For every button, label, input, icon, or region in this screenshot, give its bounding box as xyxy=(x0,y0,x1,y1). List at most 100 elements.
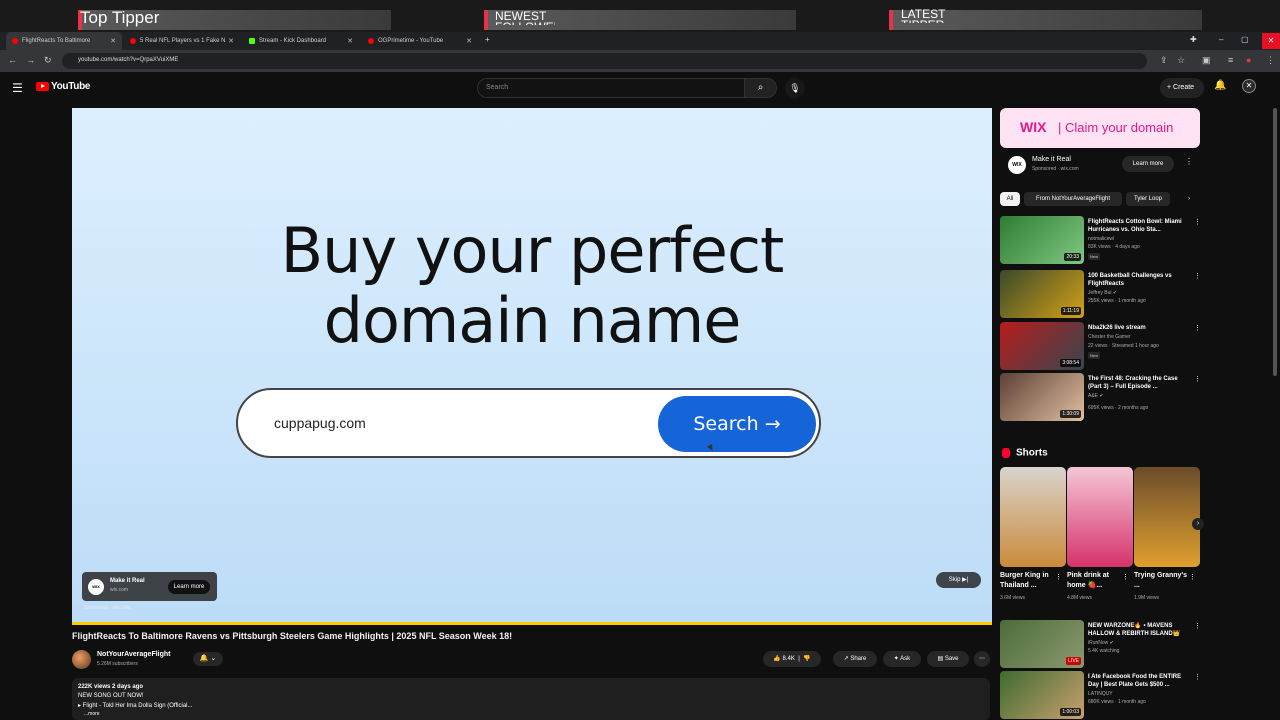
minimize-icon[interactable]: – xyxy=(1219,35,1223,44)
recommended-video[interactable]: 1:00:03 I Ate Facebook Food the ENTIRE D… xyxy=(1000,671,1201,719)
more-vertical-icon[interactable]: ⋮ xyxy=(1185,157,1193,166)
browser-tab[interactable]: FlightReacts To Baltimore ✕ xyxy=(6,32,122,50)
video-thumbnail[interactable]: LIVE xyxy=(1000,620,1084,668)
recommended-video[interactable]: 20:33 FlightReacts Cotton Bowl: Miami Hu… xyxy=(1000,216,1201,264)
rec-title[interactable]: I Ate Facebook Food the ENTIRE Day | Bes… xyxy=(1088,673,1188,689)
account-avatar[interactable]: ✕ xyxy=(1242,79,1256,93)
youtube-logo[interactable]: YouTube xyxy=(36,81,91,92)
ad-domain-value: cuppapug.com xyxy=(274,415,366,431)
rec-title[interactable]: The First 48: Cracking the Case (Part 3)… xyxy=(1088,375,1188,391)
ad-domain-searchbox: cuppapug.com Search → xyxy=(236,388,821,458)
hamburger-menu-icon[interactable]: ☰ xyxy=(12,81,23,95)
more-vertical-icon[interactable]: ⋮ xyxy=(1194,324,1201,332)
browser-tab[interactable]: OGPrimetime - YouTube ✕ xyxy=(362,32,478,50)
more-vertical-icon[interactable]: ⋮ xyxy=(1194,673,1201,681)
more-horizontal-icon: ⋯ xyxy=(979,656,985,662)
sidebar-ad-banner[interactable]: WIX | Claim your domain xyxy=(1000,108,1200,148)
learn-more-button[interactable]: Learn more xyxy=(168,580,210,594)
ad-advertiser-badge[interactable]: WIX Make it Real wix.com Learn more xyxy=(82,572,217,601)
short-thumbnail[interactable] xyxy=(1067,467,1133,567)
reload-icon[interactable]: ↻ xyxy=(44,55,52,66)
recommended-video[interactable]: 3:08:54 Nba2k26 live stream Chester the … xyxy=(1000,322,1201,370)
more-vertical-icon[interactable]: ⋮ xyxy=(1194,218,1201,226)
short-thumbnail[interactable] xyxy=(1000,467,1066,567)
browser-tab[interactable]: 5 Real NFL Players vs 1 Fake N ✕ xyxy=(124,32,240,50)
video-thumbnail[interactable]: 1:00:03 xyxy=(1000,671,1084,719)
maximize-icon[interactable]: ▢ xyxy=(1241,35,1249,44)
skip-label: Skip xyxy=(948,577,961,583)
profile-icon[interactable]: ● xyxy=(1246,55,1251,65)
search-icon: ⌕ xyxy=(757,82,764,93)
video-thumbnail[interactable]: 1:11:19 xyxy=(1000,270,1084,318)
short-title[interactable]: Burger King in Thailand ... xyxy=(1000,571,1058,591)
menu-icon[interactable]: ≡ xyxy=(1228,55,1233,65)
voice-search-button[interactable]: 🎙 xyxy=(785,78,805,98)
search-input[interactable]: Search xyxy=(477,78,745,98)
back-icon[interactable]: ← xyxy=(8,55,17,65)
extension-icon[interactable]: ▣ xyxy=(1202,55,1211,66)
chip-all[interactable]: All xyxy=(1000,192,1020,206)
ask-button[interactable]: ✦ Ask xyxy=(883,651,921,667)
youtube-favicon-icon xyxy=(368,38,374,44)
more-vertical-icon[interactable]: ⋮ xyxy=(1194,622,1201,630)
bookmark-star-icon[interactable]: ☆ xyxy=(1177,55,1185,66)
url-input[interactable]: youtube.com/watch?v=QrpaXVuiXME xyxy=(62,53,1147,69)
chip-tyler-loop[interactable]: Tyler Loop xyxy=(1126,192,1170,206)
close-tab-icon[interactable]: ✕ xyxy=(347,37,353,45)
rec-title[interactable]: NEW WARZONE🔥 • MAVENS HALLOW & REBIRTH I… xyxy=(1088,622,1188,638)
search-button[interactable]: ⌕ xyxy=(745,78,777,98)
notifications-bell-icon[interactable]: 🔔 xyxy=(1214,80,1226,91)
like-dislike-button[interactable]: 👍 8.4K | 👎 xyxy=(763,651,821,667)
rec-title[interactable]: 100 Basketball Challenges vs FlightReact… xyxy=(1088,272,1188,288)
browser-tab[interactable]: Stream - Kick Dashboard ✕ xyxy=(243,32,359,50)
recommended-video[interactable]: LIVE NEW WARZONE🔥 • MAVENS HALLOW & REBI… xyxy=(1000,620,1201,668)
chevron-right-icon[interactable]: › xyxy=(1182,192,1196,206)
channel-name[interactable]: NotYourAverageFlight xyxy=(97,651,171,658)
close-tab-icon[interactable]: ✕ xyxy=(110,37,116,45)
page-scrollbar[interactable] xyxy=(1273,108,1277,376)
more-vertical-icon[interactable]: ⋮ xyxy=(1122,573,1129,581)
advertiser-domain: wix.com xyxy=(110,587,129,593)
overlay-top-tipper-label: Top Tipper xyxy=(80,8,160,27)
sidebar-learn-more-button[interactable]: Learn more xyxy=(1122,156,1174,172)
create-button[interactable]: + Create xyxy=(1160,78,1204,98)
video-thumbnail[interactable]: 1:30:09 xyxy=(1000,373,1084,421)
share-button[interactable]: ↗ Share xyxy=(833,651,877,667)
close-tab-icon[interactable]: ✕ xyxy=(466,37,472,45)
forward-icon[interactable]: → xyxy=(26,55,35,65)
save-button[interactable]: ▤ Save xyxy=(927,651,969,667)
more-vertical-icon[interactable]: ⋮ xyxy=(1055,573,1062,581)
save-icon: ▤ xyxy=(937,656,944,662)
share-page-icon[interactable]: ⇪ xyxy=(1160,55,1168,66)
description-more-link[interactable]: ...more xyxy=(84,711,100,717)
short-views: 4.8M views xyxy=(1067,595,1093,601)
more-vertical-icon[interactable]: ⋮ xyxy=(1189,573,1196,581)
short-title[interactable]: Trying Granny's ... xyxy=(1134,571,1192,591)
recommended-video[interactable]: 1:11:19 100 Basketball Challenges vs Fli… xyxy=(1000,270,1201,318)
chip-from-channel[interactable]: From NotYourAverageFlight xyxy=(1024,192,1122,206)
rec-title[interactable]: FlightReacts Cotton Bowl: Miami Hurrican… xyxy=(1088,218,1188,234)
video-description[interactable]: 222K views 2 days ago NEW SONG OUT NOW! … xyxy=(72,678,990,720)
video-duration: 1:11:19 xyxy=(1060,307,1081,315)
shorts-next-chevron-icon[interactable]: › xyxy=(1192,518,1204,530)
video-player[interactable]: Buy your perfect domain name cuppapug.co… xyxy=(72,108,992,625)
video-thumbnail[interactable]: 3:08:54 xyxy=(1000,322,1084,370)
rec-title[interactable]: Nba2k26 live stream xyxy=(1088,324,1188,332)
short-title[interactable]: Pink drink at home 🍓... xyxy=(1067,571,1125,591)
close-tab-icon[interactable]: ✕ xyxy=(228,37,234,45)
extensions-icon[interactable]: ✚ xyxy=(1190,35,1197,44)
more-actions-button[interactable]: ⋯ xyxy=(974,651,990,667)
skip-ad-button[interactable]: Skip ▶| xyxy=(936,572,981,588)
more-vertical-icon[interactable]: ⋮ xyxy=(1194,272,1201,280)
ad-progress-bar[interactable] xyxy=(72,622,992,625)
subscribed-notification-button[interactable]: 🔔 ⌄ xyxy=(193,652,223,666)
short-thumbnail[interactable] xyxy=(1134,467,1200,567)
new-tab-icon[interactable]: + xyxy=(485,35,490,44)
recommended-video[interactable]: 1:30:09 The First 48: Cracking the Case … xyxy=(1000,373,1201,421)
video-thumbnail[interactable]: 20:33 xyxy=(1000,216,1084,264)
browser-menu-icon[interactable]: ⋮ xyxy=(1266,55,1275,66)
channel-avatar[interactable] xyxy=(72,650,91,669)
more-vertical-icon[interactable]: ⋮ xyxy=(1194,375,1201,383)
create-label: Create xyxy=(1173,84,1195,91)
close-window-icon[interactable]: ✕ xyxy=(1262,33,1280,49)
